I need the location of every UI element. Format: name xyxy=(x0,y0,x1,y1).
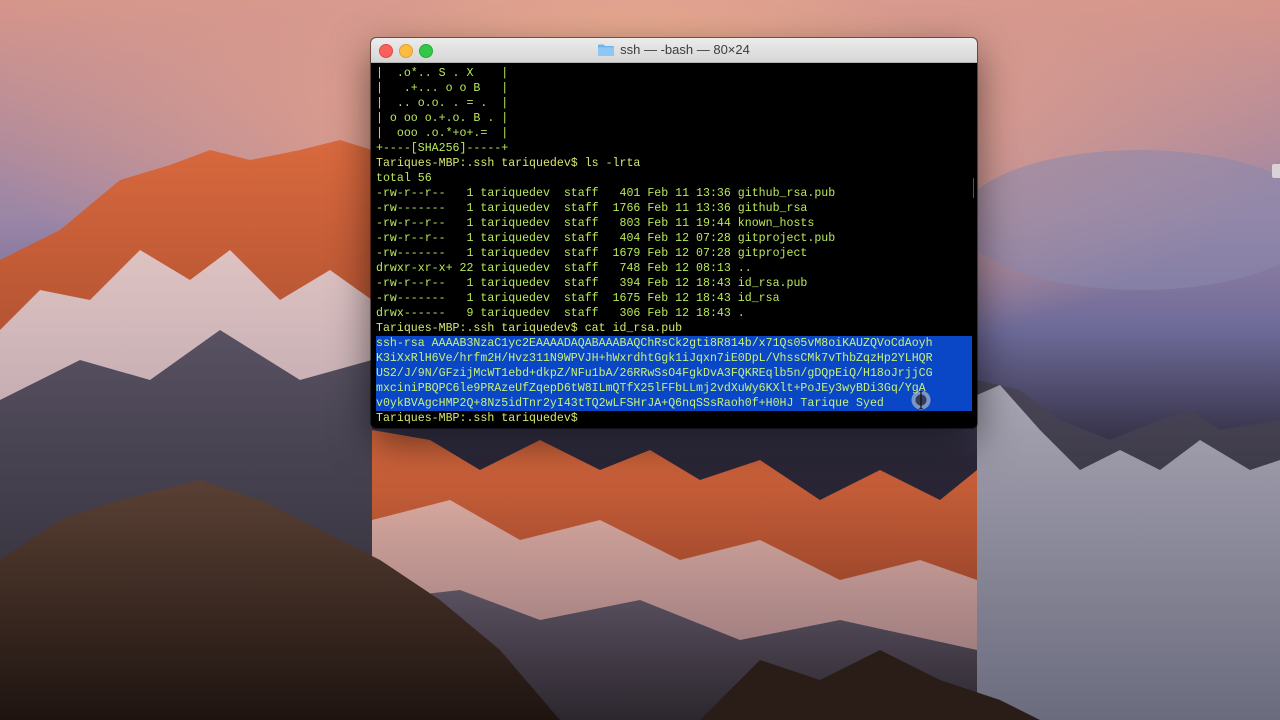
terminal-line: | ooo .o.*+o+.= | xyxy=(376,127,509,140)
terminal-line: total 56 xyxy=(376,172,432,185)
selected-key-line[interactable]: mxciniPBQPC6le9PRAzeUfZqepD6tW8ILmQTfX25… xyxy=(376,381,972,396)
window-title-text: ssh — -bash — 80×24 xyxy=(620,42,750,57)
terminal-output[interactable]: | .o*.. S . X | | .+... o o B | | .. o.o… xyxy=(371,63,977,426)
window-titlebar[interactable]: ssh — -bash — 80×24 xyxy=(371,38,977,63)
terminal-line: | .+... o o B | xyxy=(376,82,509,95)
window-title: ssh — -bash — 80×24 xyxy=(371,38,977,62)
terminal-line: -rw-r--r-- 1 tariquedev staff 394 Feb 12… xyxy=(376,277,808,290)
selected-key-line[interactable]: ssh-rsa AAAAB3NzaC1yc2EAAAADAQABAAABAQCh… xyxy=(376,336,972,351)
terminal-line: -rw------- 1 tariquedev staff 1675 Feb 1… xyxy=(376,292,780,305)
terminal-line: drwx------ 9 tariquedev staff 306 Feb 12… xyxy=(376,307,745,320)
terminal-window[interactable]: ssh — -bash — 80×24 | .o*.. S . X | | .+… xyxy=(371,38,977,428)
selected-key-line[interactable]: K3iXxRlH6Ve/hrfm2H/Hvz311N9WPVJH+hWxrdht… xyxy=(376,351,972,366)
terminal-line: | o oo o.+.o. B . | xyxy=(376,112,509,125)
text-cursor-icon xyxy=(919,391,923,409)
scroll-indicator[interactable] xyxy=(968,178,974,198)
terminal-line: +----[SHA256]-----+ xyxy=(376,142,509,155)
terminal-line: Tariques-MBP:.ssh tariquedev$ ls -lrta xyxy=(376,157,641,170)
terminal-line: | .. o.o. . = . | xyxy=(376,97,509,110)
terminal-line: -rw------- 1 tariquedev staff 1766 Feb 1… xyxy=(376,202,808,215)
terminal-line: | .o*.. S . X | xyxy=(376,67,509,80)
terminal-line: -rw-r--r-- 1 tariquedev staff 401 Feb 11… xyxy=(376,187,836,200)
terminal-line: -rw-r--r-- 1 tariquedev staff 803 Feb 11… xyxy=(376,217,815,230)
selected-key-line[interactable]: US2/J/9N/GFzijMcWT1ebd+dkpZ/NFu1bA/26RRw… xyxy=(376,366,972,381)
terminal-line: -rw------- 1 tariquedev staff 1679 Feb 1… xyxy=(376,247,808,260)
terminal-prompt[interactable]: Tariques-MBP:.ssh tariquedev$ xyxy=(376,411,972,426)
terminal-line: Tariques-MBP:.ssh tariquedev$ cat id_rsa… xyxy=(376,322,683,335)
terminal-line: drwxr-xr-x+ 22 tariquedev staff 748 Feb … xyxy=(376,262,752,275)
terminal-line: -rw-r--r-- 1 tariquedev staff 404 Feb 12… xyxy=(376,232,836,245)
selected-key-line[interactable]: v0ykBVAgcHMP2Q+8Nz5idTnr2yI43tTQ2wLFSHrJ… xyxy=(376,396,972,411)
screen-edge-handle[interactable] xyxy=(1272,164,1280,178)
folder-icon xyxy=(598,44,615,56)
